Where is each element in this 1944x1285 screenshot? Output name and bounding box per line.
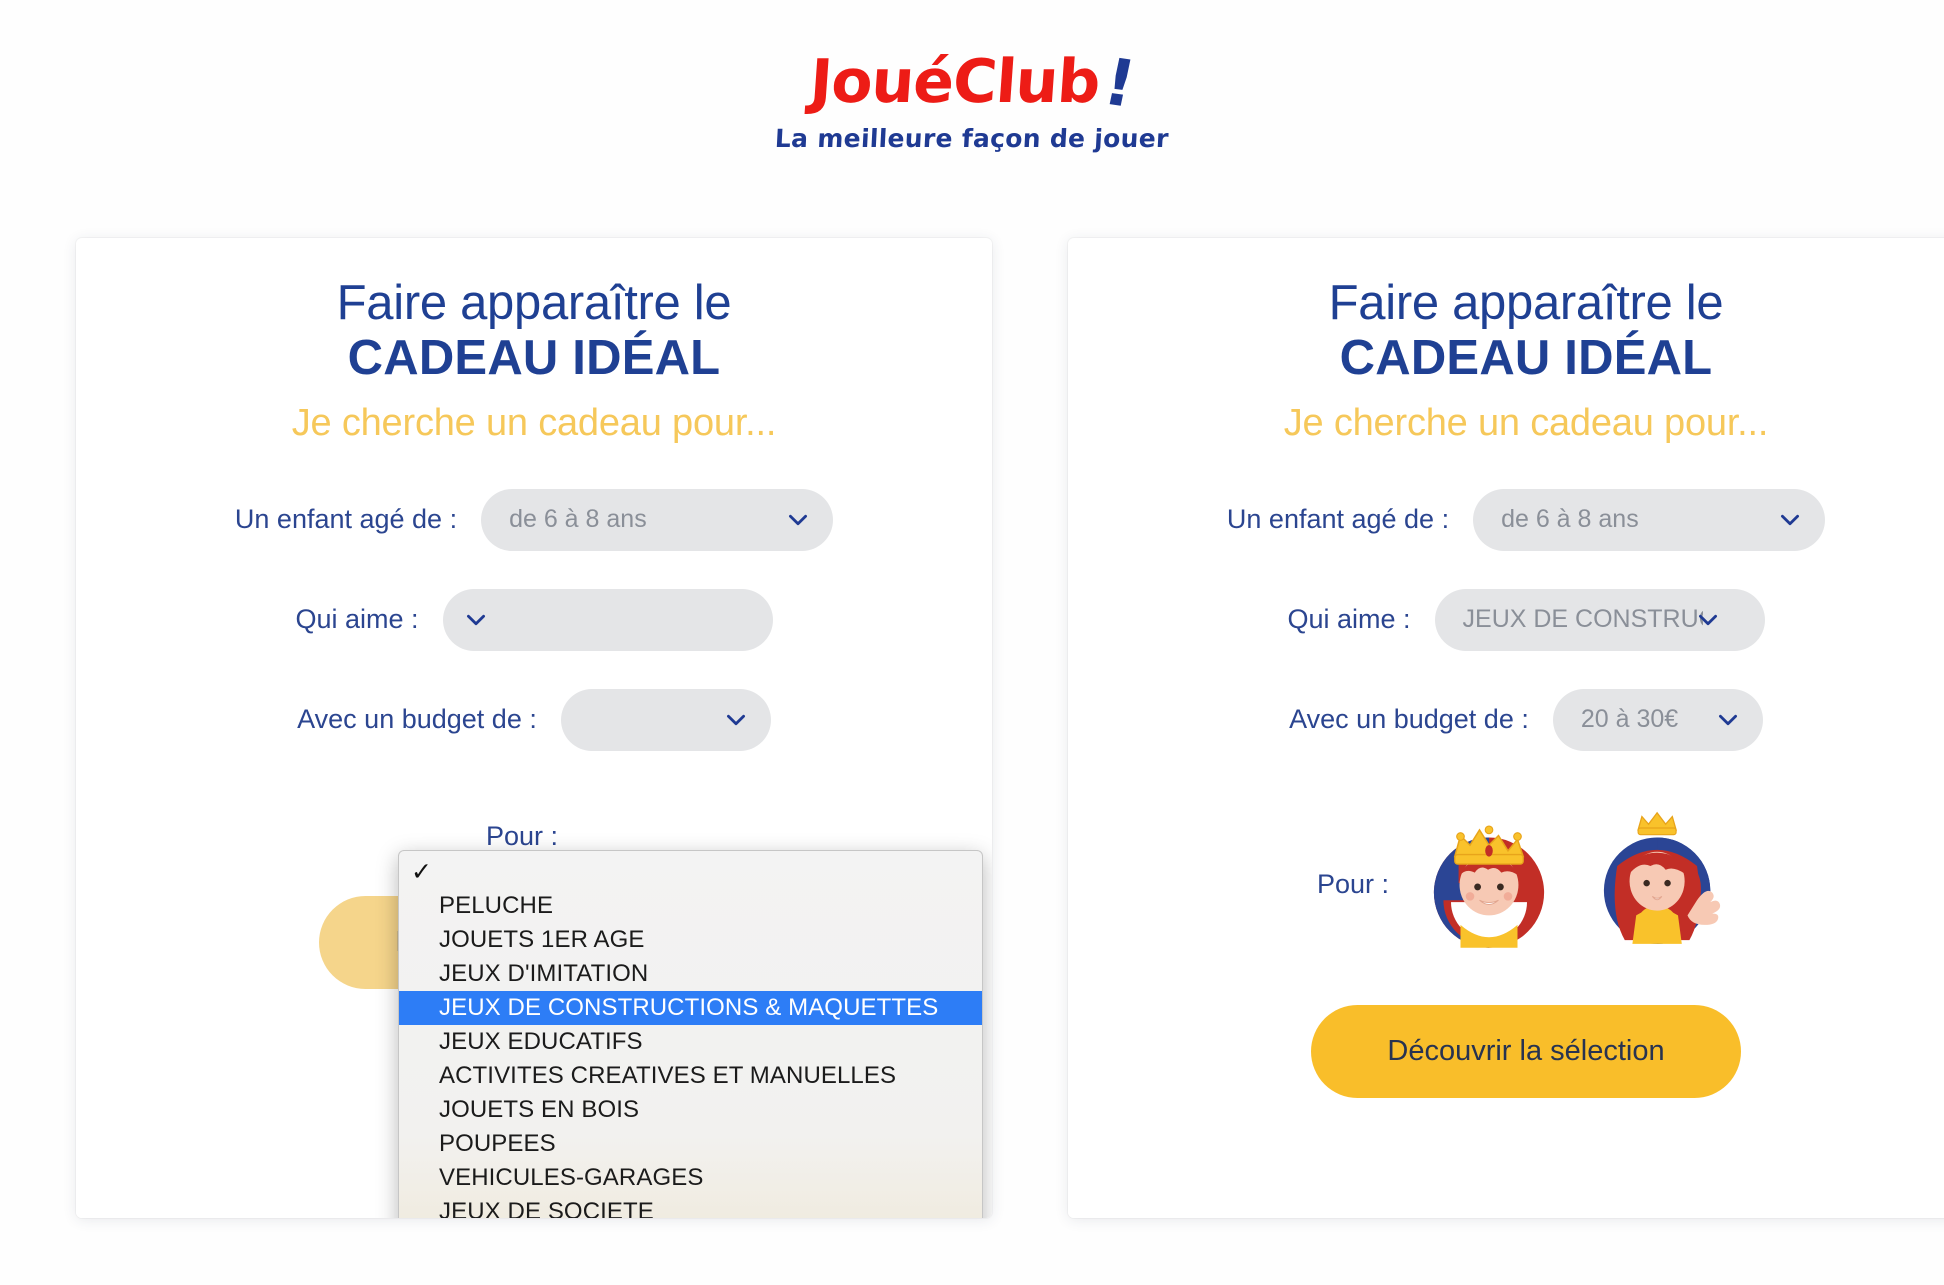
logo-wordmark: Joué Club! bbox=[807, 45, 1141, 122]
for-row-left: Pour : bbox=[76, 821, 992, 852]
budget-select-right[interactable]: 20 à 30€ bbox=[1552, 688, 1763, 751]
dropdown-option[interactable]: JEUX EDUCATIFS bbox=[399, 1025, 982, 1059]
age-select-right[interactable]: de 6 à 8 ans bbox=[1473, 488, 1826, 551]
likes-row-left: Qui aime : bbox=[76, 588, 992, 651]
gift-finder-card-right: Faire apparaître le CADEAU IDÉAL Je cher… bbox=[1068, 238, 1944, 1218]
likes-select-right[interactable]: JEUX DE CONSTRUCTION bbox=[1434, 588, 1765, 651]
chevron-down-icon bbox=[463, 607, 489, 633]
chevron-down-icon bbox=[785, 507, 811, 533]
age-select-value: de 6 à 8 ans bbox=[1501, 505, 1639, 534]
page-title-line1: Faire apparaître le bbox=[336, 276, 732, 330]
chevron-down-icon bbox=[1695, 607, 1721, 633]
dropdown-checked-empty-option[interactable]: ✓ bbox=[399, 855, 982, 889]
budget-label: Avec un budget de : bbox=[1289, 704, 1529, 735]
dropdown-option[interactable]: POUPEES bbox=[399, 1127, 982, 1161]
likes-select-left[interactable] bbox=[442, 588, 773, 651]
likes-row-right: Qui aime : JEUX DE CONSTRUCTION bbox=[1068, 588, 1944, 651]
dropdown-option[interactable]: VEHICULES-GARAGES bbox=[399, 1161, 982, 1195]
checkmark-icon: ✓ bbox=[411, 857, 432, 886]
princess-avatar-icon[interactable] bbox=[1583, 809, 1735, 961]
budget-label: Avec un budget de : bbox=[297, 704, 537, 735]
discover-selection-button-right[interactable]: Découvrir la sélection bbox=[1311, 1004, 1741, 1098]
age-row-left: Un enfant agé de : de 6 à 8 ans bbox=[76, 488, 992, 551]
likes-label: Qui aime : bbox=[1287, 604, 1411, 635]
logo-text-joue: Joué bbox=[807, 47, 956, 117]
card-content-right: Faire apparaître le CADEAU IDÉAL Je cher… bbox=[1068, 238, 1944, 1218]
budget-select-value: 20 à 30€ bbox=[1580, 705, 1679, 734]
budget-row-right: Avec un budget de : 20 à 30€ bbox=[1068, 688, 1944, 751]
age-label: Un enfant agé de : bbox=[1226, 504, 1450, 535]
page-subtitle: Je cherche un cadeau pour... bbox=[1283, 401, 1769, 444]
budget-select-left[interactable] bbox=[560, 688, 771, 751]
avatar-group-right bbox=[1413, 809, 1735, 961]
for-row-right: Pour : bbox=[1068, 809, 1944, 961]
dropdown-option[interactable]: JOUETS 1ER AGE bbox=[399, 923, 982, 957]
gift-finder-card-left: Faire apparaître le CADEAU IDÉAL Je cher… bbox=[76, 238, 992, 1218]
gift-finder-form-left: Un enfant agé de : de 6 à 8 ans Qui aime… bbox=[76, 488, 992, 852]
budget-row-left: Avec un budget de : bbox=[76, 688, 992, 751]
logo-text-club: Club bbox=[950, 47, 1103, 117]
page-title-line2: CADEAU IDÉAL bbox=[1339, 330, 1713, 385]
age-label: Un enfant agé de : bbox=[234, 504, 458, 535]
likes-label: Qui aime : bbox=[295, 604, 419, 635]
page-root: Joué Club! La meilleure façon de jouer Fa… bbox=[0, 0, 1944, 1285]
chevron-down-icon bbox=[1715, 707, 1741, 733]
dropdown-option[interactable]: JEUX DE SOCIETE bbox=[399, 1195, 982, 1218]
page-subtitle: Je cherche un cadeau pour... bbox=[291, 401, 777, 444]
age-row-right: Un enfant agé de : de 6 à 8 ans bbox=[1068, 488, 1944, 551]
brand-logo[interactable]: Joué Club! La meilleure façon de jouer bbox=[0, 45, 1944, 153]
dropdown-option[interactable]: JOUETS EN BOIS bbox=[399, 1093, 982, 1127]
chevron-down-icon bbox=[723, 707, 749, 733]
gift-finder-form-right: Un enfant agé de : de 6 à 8 ans Qui aime… bbox=[1068, 488, 1944, 961]
for-label: Pour : bbox=[485, 820, 559, 851]
cta-wrap-right: Découvrir la sélection bbox=[1068, 1004, 1944, 1098]
age-select-value: de 6 à 8 ans bbox=[509, 505, 647, 534]
dropdown-option[interactable]: ACTIVITES CREATIVES ET MANUELLES bbox=[399, 1059, 982, 1093]
for-label: Pour : bbox=[1316, 869, 1390, 900]
page-title-line2: CADEAU IDÉAL bbox=[347, 330, 721, 385]
prince-avatar-icon[interactable] bbox=[1413, 809, 1565, 961]
age-select-left[interactable]: de 6 à 8 ans bbox=[481, 488, 834, 551]
dropdown-option[interactable]: PELUCHE bbox=[399, 889, 982, 923]
likes-select-value: JEUX DE CONSTRUCTION bbox=[1462, 605, 1703, 634]
likes-dropdown-popup[interactable]: ✓ PELUCHE JOUETS 1ER AGE JEUX D'IMITATIO… bbox=[398, 850, 983, 1218]
logo-exclamation-icon: ! bbox=[1098, 45, 1142, 123]
dropdown-option-selected[interactable]: JEUX DE CONSTRUCTIONS & MAQUETTES bbox=[399, 991, 982, 1025]
logo-tagline: La meilleure façon de jouer bbox=[774, 124, 1170, 153]
page-title-line1: Faire apparaître le bbox=[1328, 276, 1724, 330]
dropdown-option[interactable]: JEUX D'IMITATION bbox=[399, 957, 982, 991]
chevron-down-icon bbox=[1777, 507, 1803, 533]
